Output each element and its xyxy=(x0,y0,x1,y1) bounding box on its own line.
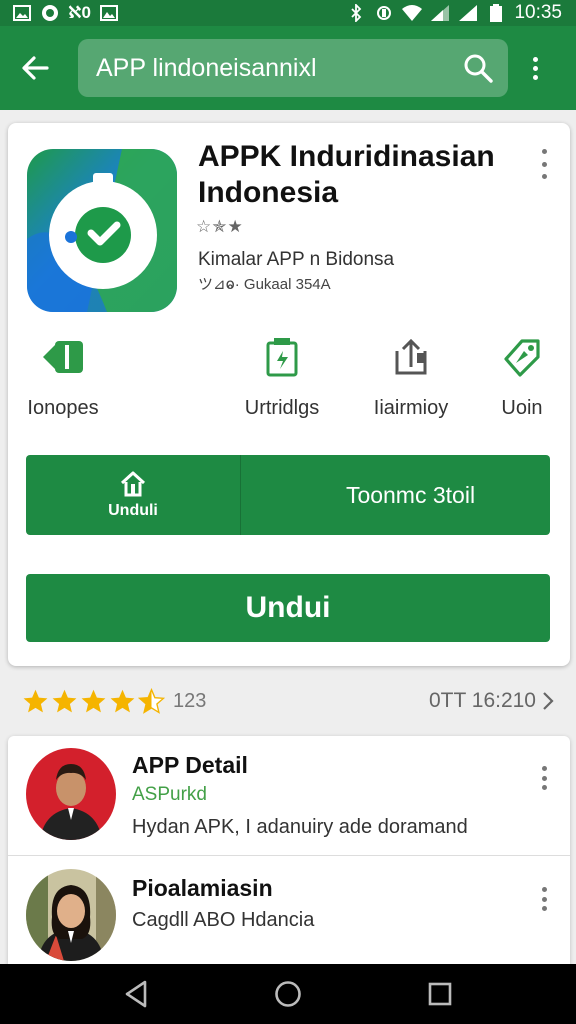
action-share-label: Ionopes xyxy=(27,397,99,419)
image-icon xyxy=(12,5,32,21)
gallery-icon xyxy=(99,5,119,21)
app-more-button[interactable] xyxy=(536,149,552,179)
star-icon xyxy=(110,689,135,712)
action-document-label: Urtridlgs xyxy=(244,397,320,419)
notification-icon: ℵ0 xyxy=(68,3,91,22)
avatar xyxy=(26,748,116,840)
arrow-left-icon xyxy=(22,56,49,80)
status-bar-system: 10:35 xyxy=(346,2,562,24)
status-bar-notifications: ℵ0 xyxy=(12,3,119,22)
dot-icon xyxy=(532,74,538,80)
status-time: 10:35 xyxy=(514,2,562,23)
nav-recents-button[interactable] xyxy=(415,969,465,1019)
list-item-title: Pioalamiasin xyxy=(132,875,273,901)
download-button-label: Unduli xyxy=(108,502,158,519)
search-icon[interactable] xyxy=(460,50,496,86)
action-document[interactable]: Urtridlgs xyxy=(240,335,324,425)
dot-icon xyxy=(541,161,547,167)
list-item[interactable]: APP Detail ASPurkd Hydan APK, I adanuiry… xyxy=(8,736,570,856)
mini-rating: ☆✯★ xyxy=(196,217,244,236)
action-share[interactable]: Ionopes xyxy=(26,335,100,425)
star-half-icon xyxy=(138,687,165,714)
developer-name[interactable]: Kimalar APP n Bidonsa xyxy=(198,249,394,271)
wifi-icon xyxy=(402,5,423,21)
list-item-subtitle: ASPurkd xyxy=(132,784,207,805)
rating-row: 123 0TT 16:210 xyxy=(22,684,554,718)
rating-count: 123 xyxy=(173,689,207,712)
action-tag-label: Uoin xyxy=(501,397,543,419)
app-size-info: ツ⊿ⱺ· Gukaal 354A xyxy=(198,276,331,293)
home-upload-icon xyxy=(120,471,146,497)
list-item[interactable]: Pioalamiasin Cagdll ABO Hdancia xyxy=(8,857,570,966)
search-input[interactable]: APP lindoneisannixl xyxy=(96,54,460,83)
nav-back-button[interactable] xyxy=(111,969,161,1019)
signal-icon xyxy=(430,5,450,21)
list-item-more-button[interactable] xyxy=(540,766,548,790)
dot-icon xyxy=(541,174,547,179)
battery-icon xyxy=(486,4,506,22)
split-action-button: Unduli Toonmc 3toil xyxy=(26,455,550,535)
list-item-description: Cagdll ABO Hdancia xyxy=(132,909,315,931)
app-icon[interactable] xyxy=(27,149,177,312)
rating-date-link[interactable]: 0TT 16:210 xyxy=(429,689,554,713)
download-button[interactable]: Unduli xyxy=(26,455,241,535)
avatar xyxy=(26,869,116,961)
dot-icon xyxy=(541,766,547,771)
nav-back-icon xyxy=(125,980,147,1008)
dot-icon xyxy=(541,775,547,781)
rating-date: 0TT 16:210 xyxy=(428,689,536,712)
detail-list: APP Detail ASPurkd Hydan APK, I adanuiry… xyxy=(8,736,570,966)
star-icon xyxy=(23,689,48,712)
dot-icon xyxy=(541,906,547,911)
tag-icon xyxy=(500,335,544,379)
star-rating: 123 xyxy=(22,687,207,715)
action-upload[interactable]: Iiairmioy xyxy=(368,335,454,425)
action-row: Ionopes Urtridlgs Iiairmioy Uoin xyxy=(8,335,570,425)
app-bar: APP lindoneisannixl xyxy=(0,26,576,110)
app-title: APPK Induridinasian Indonesia xyxy=(198,140,495,209)
overflow-menu-button[interactable] xyxy=(520,43,550,93)
upload-icon xyxy=(389,335,433,379)
bluetooth-icon xyxy=(346,4,366,22)
search-box[interactable]: APP lindoneisannixl xyxy=(78,39,508,97)
install-button[interactable]: Undui xyxy=(26,574,550,642)
sync-icon xyxy=(374,5,394,21)
document-icon xyxy=(260,335,304,379)
app-details-card: APPK Induridinasian Indonesia ☆✯★ Kimala… xyxy=(8,123,570,666)
signal-icon xyxy=(458,5,478,21)
nav-home-button[interactable] xyxy=(263,969,313,1019)
share-icon xyxy=(41,335,85,379)
navigation-bar xyxy=(0,964,576,1024)
dot-icon xyxy=(541,887,547,892)
star-icon xyxy=(52,689,77,712)
chevron-right-icon xyxy=(543,692,554,710)
nav-home-icon xyxy=(275,981,301,1007)
browser-icon xyxy=(40,5,60,21)
status-bar: ℵ0 10:35 xyxy=(0,0,576,26)
dot-icon xyxy=(532,65,538,71)
star-icon xyxy=(81,689,106,712)
action-tag[interactable]: Uoin xyxy=(496,335,548,425)
list-item-more-button[interactable] xyxy=(540,887,548,911)
dot-icon xyxy=(532,56,538,62)
nav-recents-icon xyxy=(428,982,452,1006)
list-item-description: Hydan APK, I adanuiry ade doramand xyxy=(132,816,468,838)
dot-icon xyxy=(541,149,547,154)
dot-icon xyxy=(541,896,547,902)
back-button[interactable] xyxy=(10,43,60,93)
action-upload-label: Iiairmioy xyxy=(373,397,449,419)
dot-icon xyxy=(541,785,547,790)
secondary-action-button[interactable]: Toonmc 3toil xyxy=(241,455,550,535)
list-item-title: APP Detail xyxy=(132,752,248,778)
